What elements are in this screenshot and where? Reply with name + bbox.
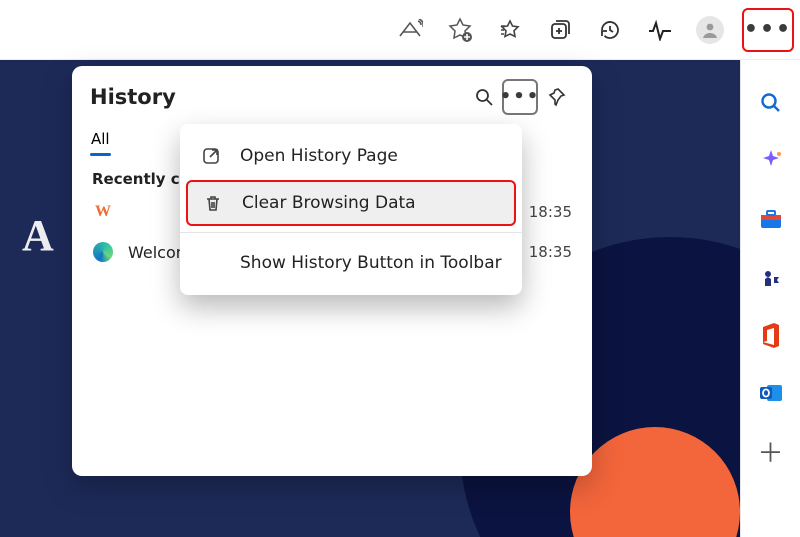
- favorites-icon[interactable]: [492, 12, 528, 48]
- office-icon[interactable]: [756, 320, 786, 350]
- open-external-icon: [200, 145, 222, 167]
- menu-clear-browsing-data[interactable]: Clear Browsing Data: [186, 180, 516, 226]
- right-sidebar: ＋: [740, 60, 800, 537]
- menu-separator: [180, 232, 522, 233]
- copilot-icon[interactable]: [756, 146, 786, 176]
- history-row-time: 18:35: [529, 243, 572, 261]
- collections-icon[interactable]: [542, 12, 578, 48]
- trash-icon: [202, 192, 224, 214]
- add-favorite-icon[interactable]: [442, 12, 478, 48]
- history-title: History: [90, 85, 466, 109]
- search-sidebar-icon[interactable]: [756, 88, 786, 118]
- browser-toolbar: •••: [0, 0, 800, 60]
- history-search-button[interactable]: [466, 79, 502, 115]
- performance-icon[interactable]: [642, 12, 678, 48]
- site-favicon: W: [92, 201, 114, 223]
- more-menu-button[interactable]: •••: [742, 8, 794, 52]
- games-icon[interactable]: [756, 262, 786, 292]
- bg-letter-a: A: [22, 210, 54, 261]
- tab-all[interactable]: All: [90, 128, 111, 156]
- blank-icon: [200, 252, 222, 274]
- menu-item-label: Clear Browsing Data: [242, 193, 416, 213]
- history-more-button[interactable]: •••: [502, 79, 538, 115]
- profile-avatar[interactable]: [692, 12, 728, 48]
- menu-show-history-button[interactable]: Show History Button in Toolbar: [180, 239, 522, 287]
- history-pin-button[interactable]: [538, 79, 574, 115]
- history-context-menu: Open History Page Clear Browsing Data Sh…: [180, 124, 522, 295]
- read-aloud-icon[interactable]: [392, 12, 428, 48]
- site-favicon: [92, 241, 114, 263]
- menu-open-history-page[interactable]: Open History Page: [180, 132, 522, 180]
- toolbox-icon[interactable]: [756, 204, 786, 234]
- menu-item-label: Show History Button in Toolbar: [240, 253, 502, 273]
- outlook-icon[interactable]: [756, 378, 786, 408]
- history-row-time: 18:35: [529, 203, 572, 221]
- history-toolbar-icon[interactable]: [592, 12, 628, 48]
- add-tool-button[interactable]: ＋: [756, 436, 786, 466]
- menu-item-label: Open History Page: [240, 146, 398, 166]
